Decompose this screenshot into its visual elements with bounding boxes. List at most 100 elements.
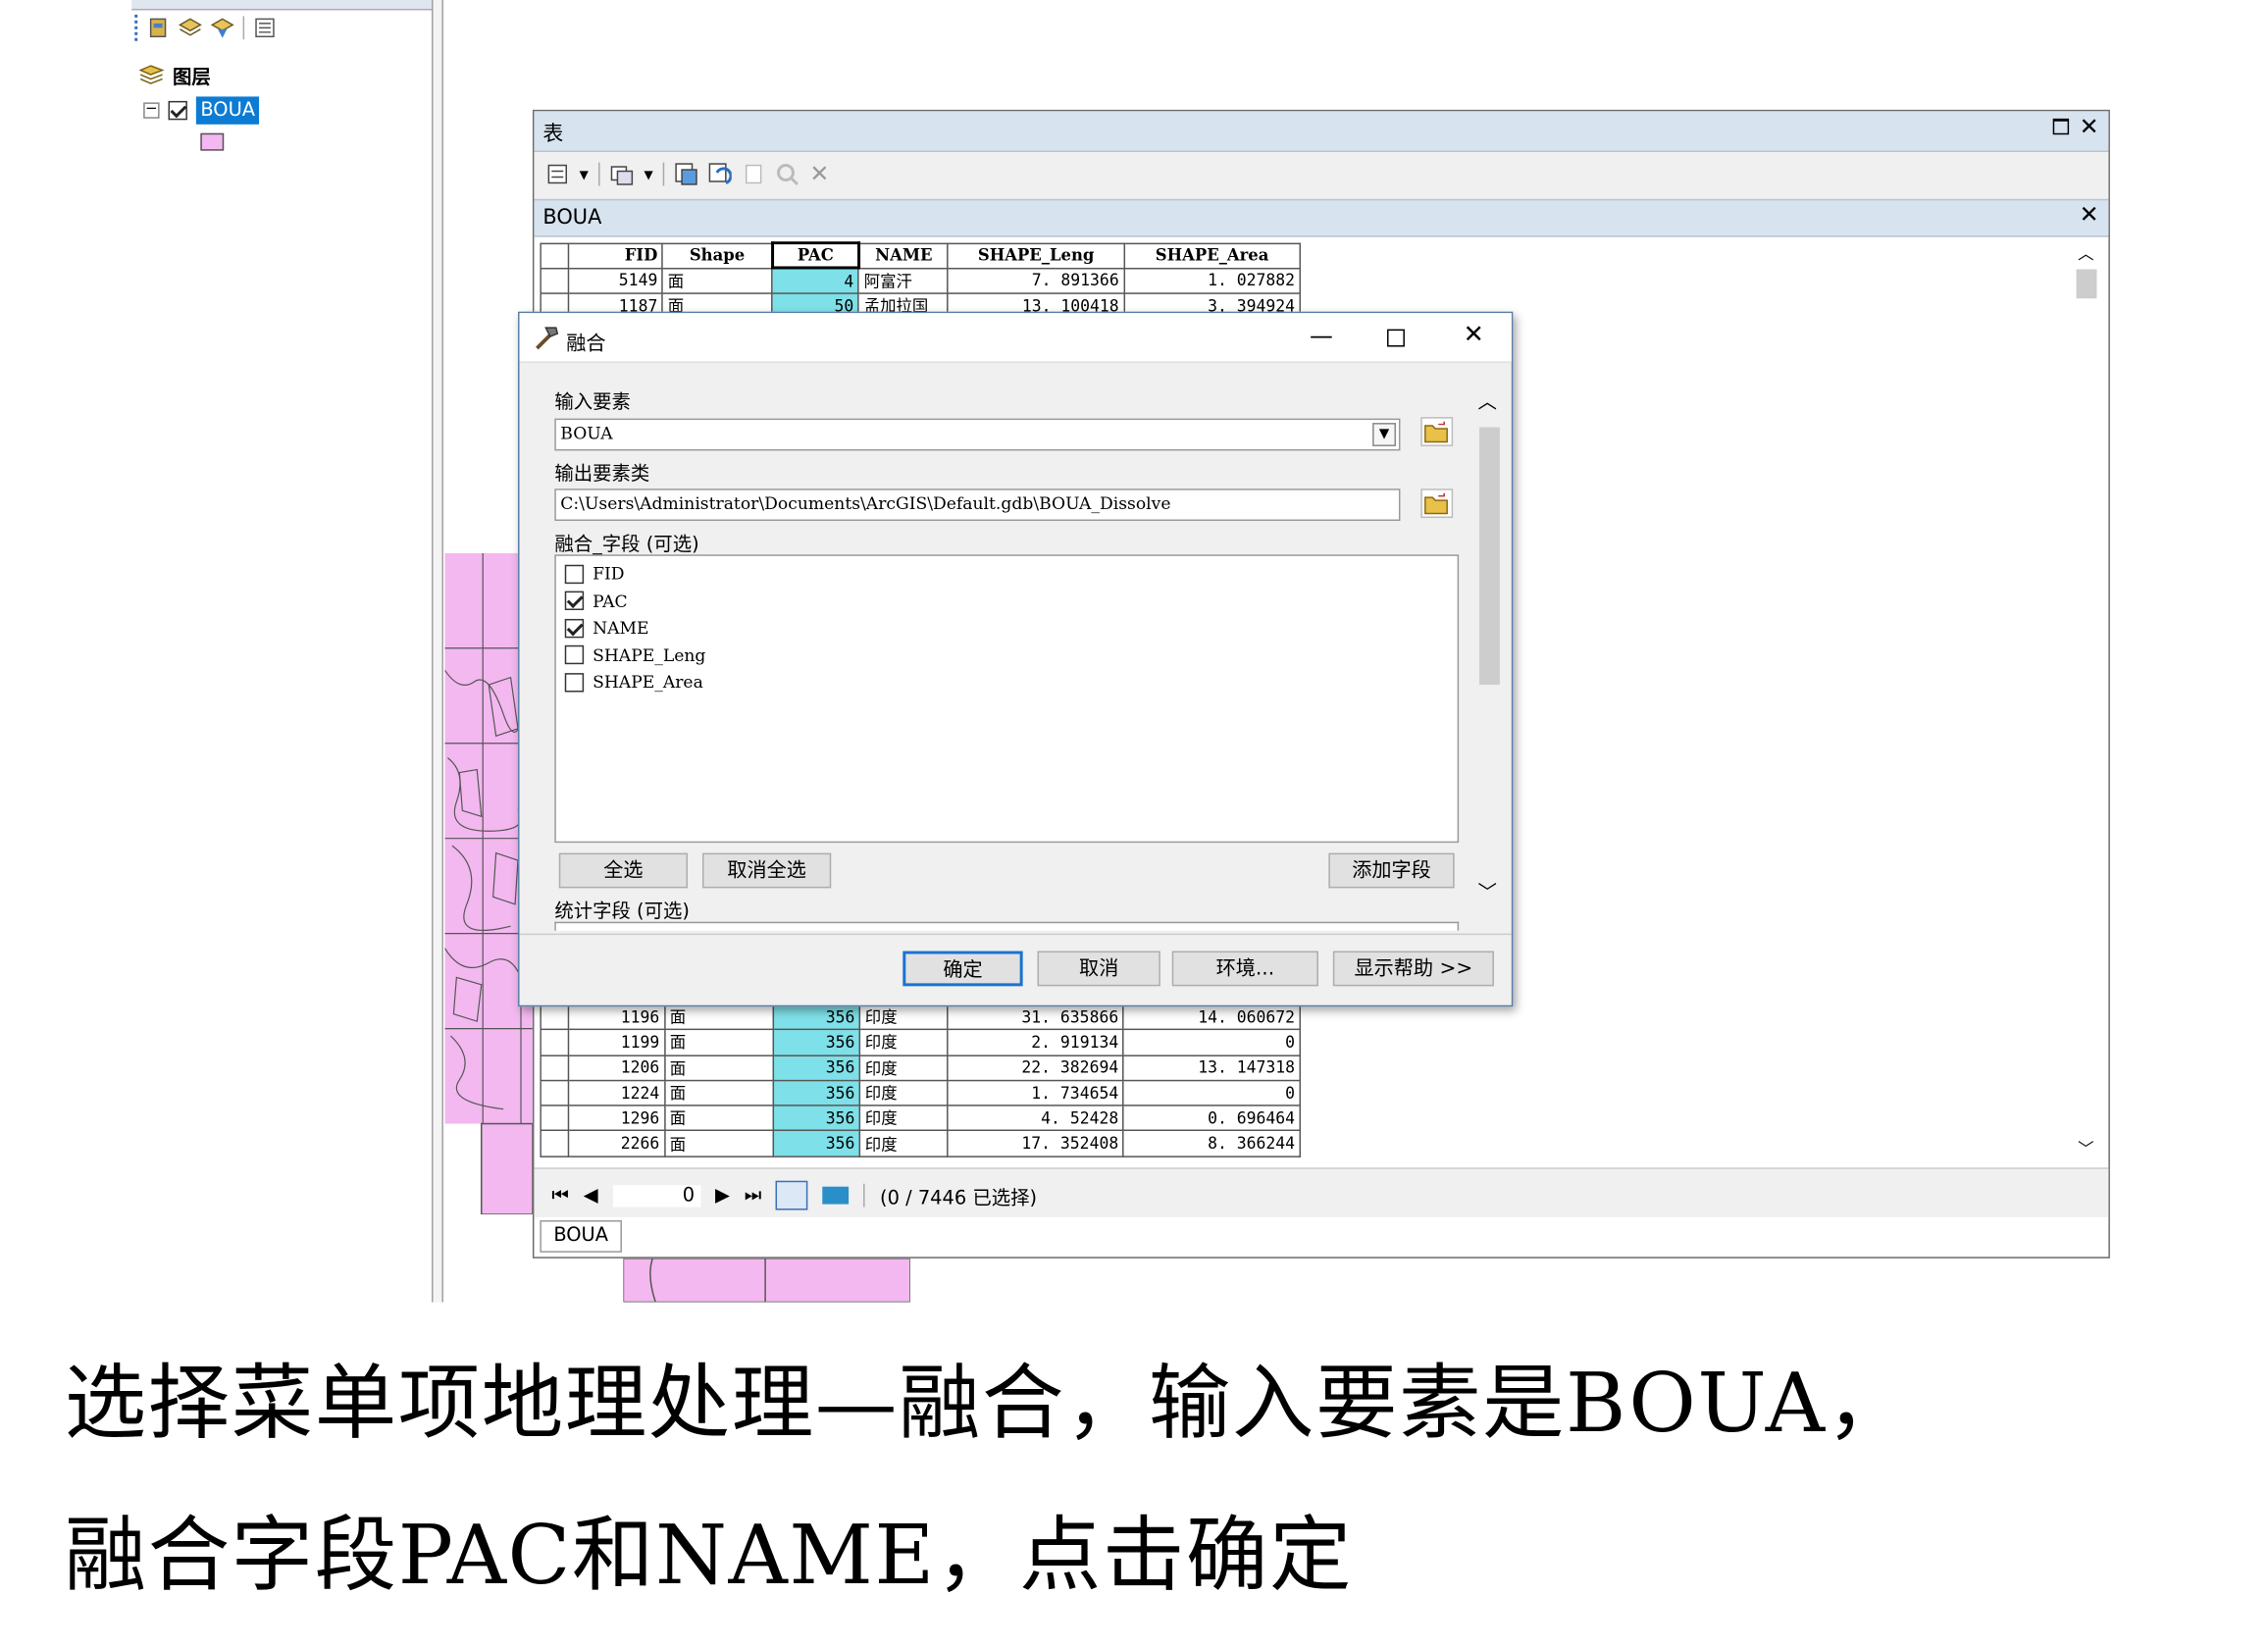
- attribute-grid-lower[interactable]: 1196 面 356 印度 31. 635866 14. 060672 1199 面 356 印度…: [540, 1003, 1302, 1157]
- cell-shape-area[interactable]: 0. 696464: [1122, 1105, 1302, 1132]
- column-header[interactable]: NAME: [857, 241, 950, 270]
- cell-pac[interactable]: 356: [771, 1130, 861, 1157]
- cell-shape[interactable]: 面: [663, 1105, 774, 1132]
- row-selector[interactable]: [540, 1130, 570, 1157]
- close-tab-icon[interactable]: ✕: [2080, 200, 2099, 228]
- close-icon[interactable]: ✕: [1464, 321, 1484, 350]
- cell-shape-leng[interactable]: 17. 352408: [946, 1130, 1125, 1157]
- unselect-all-button[interactable]: 取消全选: [701, 852, 832, 889]
- select-all-button[interactable]: 全选: [558, 852, 689, 889]
- scroll-thumb[interactable]: [1479, 427, 1500, 686]
- record-number-input[interactable]: 0: [612, 1184, 701, 1207]
- cell-fid[interactable]: 2266: [567, 1130, 666, 1157]
- add-field-button[interactable]: 添加字段: [1328, 852, 1455, 889]
- column-header[interactable]: Shape: [661, 241, 773, 270]
- cell-shape[interactable]: 面: [663, 1079, 774, 1106]
- cell-shape[interactable]: 面: [663, 1054, 774, 1082]
- field-checkbox[interactable]: [564, 618, 585, 638]
- table-row[interactable]: 1224 面 356 印度 1. 734654 0: [540, 1079, 1302, 1106]
- zoom-to-selected-icon[interactable]: [776, 163, 799, 186]
- cell-shape-leng[interactable]: 22. 382694: [946, 1054, 1125, 1082]
- field-option-shape-leng[interactable]: SHAPE_Leng: [564, 642, 1449, 669]
- show-selected-records-icon[interactable]: [822, 1186, 850, 1205]
- cell-shape-leng[interactable]: 1. 734654: [946, 1079, 1125, 1106]
- cell-shape-leng[interactable]: 4. 52428: [946, 1105, 1125, 1132]
- last-record-icon[interactable]: ⏭: [745, 1184, 761, 1206]
- table-row[interactable]: 1199 面 356 印度 2. 919134 0: [540, 1029, 1302, 1056]
- toc-layer-row[interactable]: − BOUA: [143, 96, 260, 125]
- minimize-icon[interactable]: —: [1310, 322, 1333, 349]
- layer-visibility-checkbox[interactable]: [168, 100, 187, 121]
- cell-shape-area[interactable]: 13. 147318: [1122, 1054, 1302, 1082]
- ok-button[interactable]: 确定: [902, 951, 1023, 987]
- cell-shape-area[interactable]: 1. 027882: [1123, 267, 1302, 294]
- toc-layers-node[interactable]: 图层: [138, 62, 211, 89]
- cell-name[interactable]: 印度: [858, 1054, 949, 1082]
- clear-selection-icon[interactable]: [743, 163, 766, 186]
- row-selector[interactable]: [540, 1105, 570, 1132]
- table-options-icon[interactable]: [545, 163, 569, 186]
- cell-fid[interactable]: 1206: [567, 1054, 666, 1082]
- list-by-visibility-icon[interactable]: [210, 16, 234, 39]
- input-features-field[interactable]: BOUA ▼: [554, 418, 1401, 451]
- toc-panel-divider[interactable]: [432, 0, 443, 1303]
- cell-name[interactable]: 印度: [858, 1130, 949, 1157]
- table-row[interactable]: 1196 面 356 印度 31. 635866 14. 060672: [540, 1003, 1302, 1031]
- map-canvas-bottom[interactable]: [623, 1258, 910, 1303]
- dissolve-dialog[interactable]: 融合 — ✕ 输入要素 BOUA ▼ 输出要素类 C:\Users\Admini…: [518, 311, 1514, 1007]
- switch-selection-icon[interactable]: [708, 163, 733, 186]
- field-checkbox[interactable]: [564, 672, 585, 693]
- output-feature-class-field[interactable]: C:\Users\Administrator\Documents\ArcGIS\…: [554, 489, 1401, 522]
- cell-shape-leng[interactable]: 31. 635866: [946, 1003, 1125, 1031]
- cell-name[interactable]: 印度: [858, 1079, 949, 1106]
- row-selector[interactable]: [540, 1079, 570, 1106]
- field-checkbox[interactable]: [564, 564, 585, 584]
- dropdown-arrow-icon[interactable]: ▼: [580, 168, 589, 180]
- column-header[interactable]: SHAPE_Leng: [947, 241, 1125, 270]
- row-selector[interactable]: [540, 1029, 570, 1056]
- cell-shape-area[interactable]: 8. 366244: [1122, 1130, 1302, 1157]
- cell-pac[interactable]: 356: [771, 1029, 861, 1056]
- cell-shape-leng[interactable]: 7. 891366: [947, 267, 1125, 294]
- dissolve-fields-list[interactable]: FID PAC NAME SHAPE_Leng SHAPE_Area: [554, 554, 1460, 844]
- table-row[interactable]: 5149 面 4 阿富汗 7. 891366 1. 027882: [540, 267, 1302, 294]
- column-header[interactable]: PAC: [770, 241, 860, 270]
- close-icon[interactable]: ✕: [2080, 113, 2099, 140]
- options-icon[interactable]: [253, 16, 277, 39]
- cell-name[interactable]: 印度: [858, 1003, 949, 1031]
- cell-pac[interactable]: 356: [771, 1079, 861, 1106]
- browse-output-button[interactable]: [1420, 489, 1454, 519]
- cell-name[interactable]: 印度: [858, 1029, 949, 1056]
- cell-name[interactable]: 印度: [858, 1105, 949, 1132]
- cell-shape-area[interactable]: 14. 060672: [1122, 1003, 1302, 1031]
- scroll-down-icon[interactable]: ﹀: [1478, 876, 1497, 903]
- cell-fid[interactable]: 1296: [567, 1105, 666, 1132]
- cell-pac[interactable]: 4: [771, 267, 860, 294]
- field-option-name[interactable]: NAME: [564, 614, 1449, 642]
- next-record-icon[interactable]: ▶: [715, 1184, 730, 1206]
- vertical-scrollbar[interactable]: ︿ ﹀: [2070, 241, 2103, 1166]
- scroll-down-icon[interactable]: ﹀: [2078, 1137, 2093, 1160]
- dialog-scrollbar[interactable]: ︿ ﹀: [1476, 386, 1503, 904]
- dropdown-arrow-icon[interactable]: ▼: [1372, 423, 1396, 446]
- cell-fid[interactable]: 5149: [567, 267, 664, 294]
- maximize-icon[interactable]: [1387, 329, 1405, 347]
- list-by-drawing-order-icon[interactable]: [146, 16, 170, 39]
- cell-fid[interactable]: 1199: [567, 1029, 666, 1056]
- field-option-shape-area[interactable]: SHAPE_Area: [564, 669, 1449, 696]
- cell-pac[interactable]: 356: [771, 1105, 861, 1132]
- show-help-button[interactable]: 显示帮助 >>: [1332, 951, 1494, 987]
- cancel-button[interactable]: 取消: [1037, 951, 1160, 987]
- table-row[interactable]: 2266 面 356 印度 17. 352408 8. 366244: [540, 1130, 1302, 1157]
- layer-name[interactable]: BOUA: [195, 96, 260, 125]
- cell-fid[interactable]: 1224: [567, 1079, 666, 1106]
- column-header[interactable]: FID: [567, 241, 664, 270]
- cell-shape[interactable]: 面: [661, 267, 773, 294]
- row-selector[interactable]: [540, 267, 569, 294]
- previous-record-icon[interactable]: ◀: [584, 1184, 598, 1206]
- list-by-source-icon[interactable]: [178, 16, 202, 39]
- browse-input-button[interactable]: [1420, 417, 1454, 446]
- cell-name[interactable]: 阿富汗: [857, 267, 950, 294]
- cell-shape-area[interactable]: 0: [1122, 1079, 1302, 1106]
- dropdown-arrow-icon[interactable]: ▼: [644, 168, 653, 180]
